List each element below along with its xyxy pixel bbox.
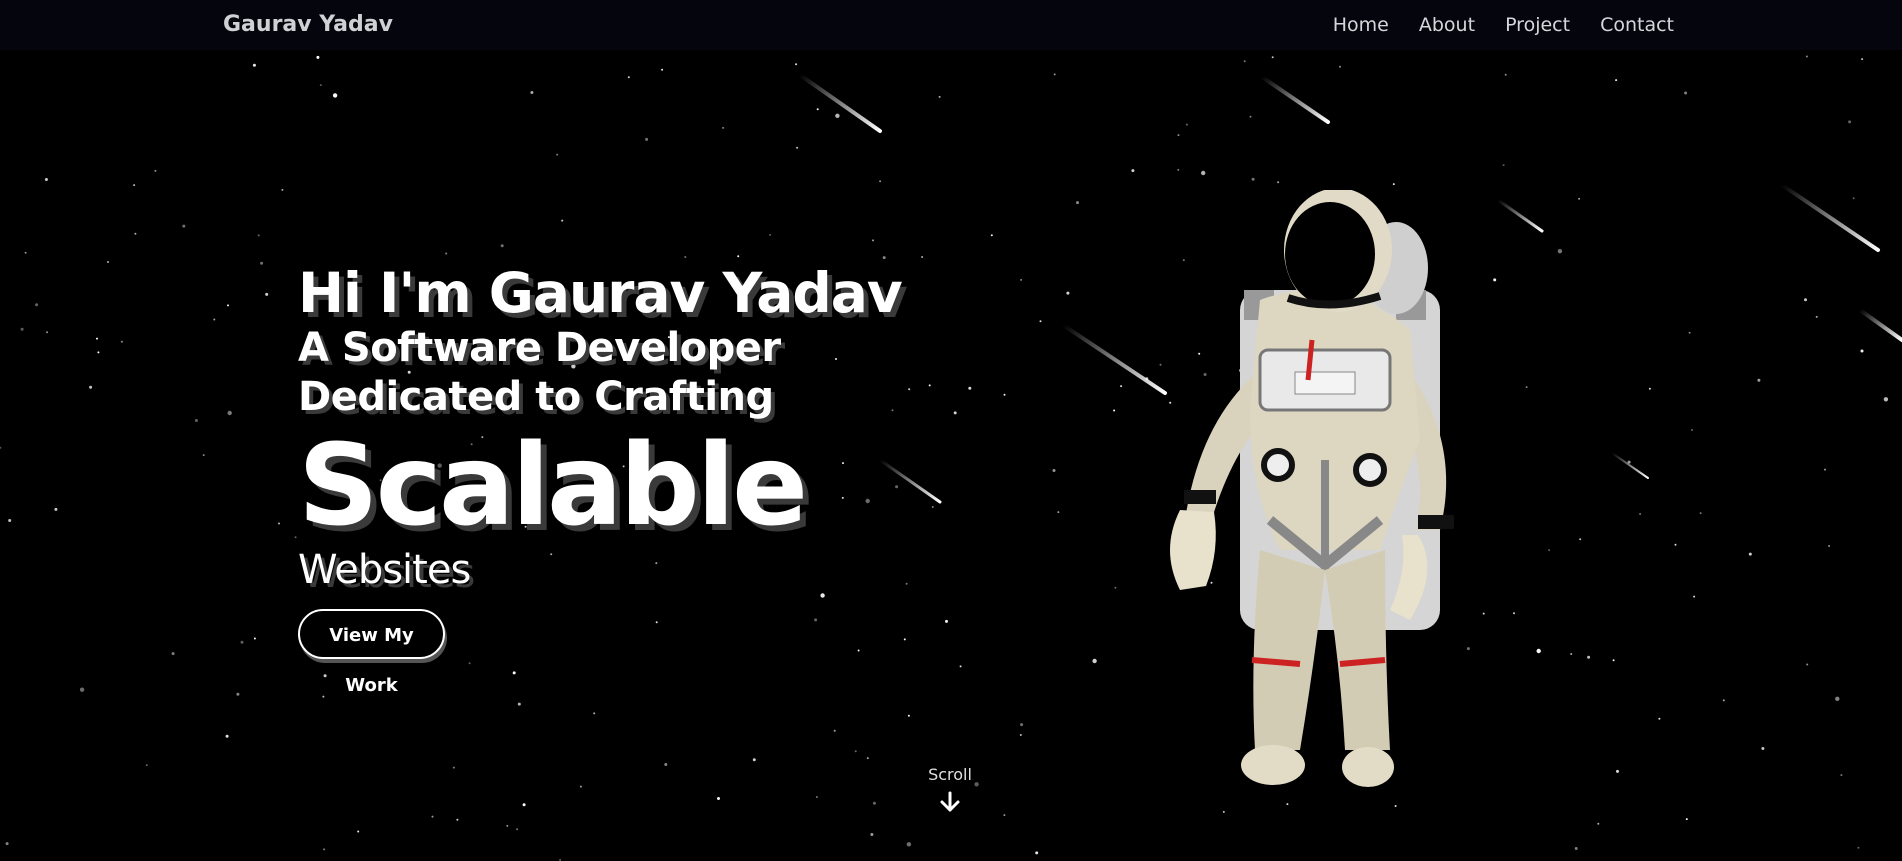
hero-greeting: Hi I'm Gaurav Yadav <box>298 261 903 325</box>
hero-tagline-1: A Software Developer <box>298 325 781 371</box>
nav-project[interactable]: Project <box>1505 14 1570 36</box>
nav-home[interactable]: Home <box>1333 14 1389 36</box>
scroll-label: Scroll <box>928 765 972 784</box>
hero-subword: Websites <box>298 547 471 593</box>
hero-highlight-word: Scalable <box>298 421 808 551</box>
nav-about[interactable]: About <box>1419 14 1475 36</box>
brand-logo[interactable]: Gaurav Yadav <box>223 12 393 37</box>
astronaut-illustration <box>1170 190 1454 787</box>
arrow-down-icon <box>940 791 960 812</box>
scroll-indicator[interactable]: Scroll <box>920 765 980 814</box>
view-my-work-button[interactable]: View My Work <box>298 609 445 696</box>
hero-page: Gaurav Yadav Home About Project Contact … <box>0 0 1902 861</box>
nav-contact[interactable]: Contact <box>1600 14 1674 36</box>
hero-tagline-2: Dedicated to Crafting <box>298 374 774 420</box>
nav-links: Home About Project Contact <box>1333 14 1674 36</box>
navbar: Gaurav Yadav Home About Project Contact <box>0 0 1902 50</box>
starfield-background <box>0 55 1902 861</box>
hero-text: Hi I'm Gaurav Yadav A Software Developer… <box>298 261 903 594</box>
